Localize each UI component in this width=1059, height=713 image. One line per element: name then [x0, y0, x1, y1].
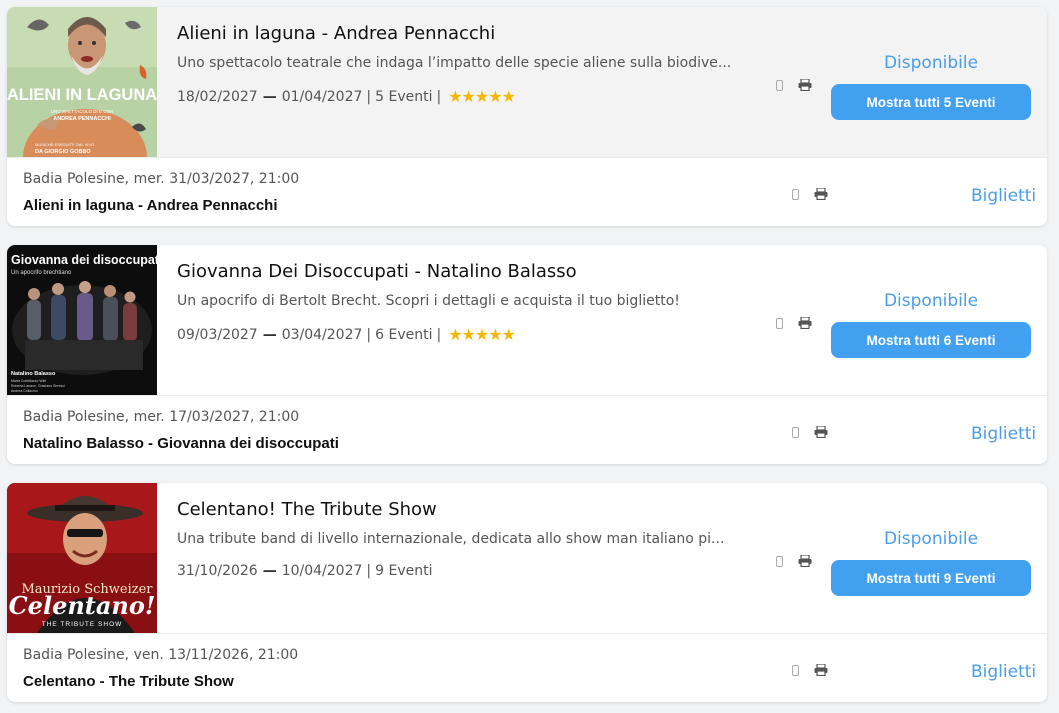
- printer-icon[interactable]: [814, 188, 828, 200]
- events-count: 5 Eventi: [375, 88, 433, 105]
- next-date-title: Natalino Balasso - Giovanna dei disoccup…: [23, 435, 339, 452]
- event-meta: 18/02/2027 — 01/04/2027 | 5 Eventi | ★★★…: [177, 87, 516, 106]
- printer-icon[interactable]: [798, 317, 812, 329]
- next-date-row[interactable]: Badia Polesine, mer. 31/03/2027, 21:00 A…: [7, 157, 1047, 226]
- event-card-header[interactable]: ALIENI IN LAGUNA UNO SPETTACOLO DI E CON…: [7, 7, 1047, 157]
- poster-title-text: Celentano!: [9, 591, 156, 620]
- printer-icon[interactable]: [814, 664, 828, 676]
- event-poster[interactable]: ALIENI IN LAGUNA UNO SPETTACOLO DI E CON…: [7, 7, 157, 157]
- poster-subtitle-text: THE TRIBUTE SHOW: [42, 621, 123, 628]
- tickets-link[interactable]: Biglietti: [971, 662, 1036, 682]
- event-meta: 09/03/2027 — 03/04/2027 | 6 Eventi | ★★★…: [177, 325, 516, 344]
- date-range-dash: —: [262, 326, 277, 343]
- separator: |: [366, 88, 372, 105]
- separator: |: [366, 326, 372, 343]
- availability-status: Disponibile: [883, 53, 979, 73]
- tickets-link[interactable]: Biglietti: [971, 424, 1036, 444]
- event-card-header[interactable]: Maurizio Schweizer Celentano! THE TRIBUT…: [7, 483, 1047, 633]
- availability-status: Disponibile: [883, 291, 979, 311]
- mobile-phone-icon[interactable]: [776, 318, 783, 329]
- separator: |: [436, 88, 442, 105]
- tickets-link[interactable]: Biglietti: [971, 186, 1036, 206]
- separator: |: [366, 563, 372, 579]
- event-title[interactable]: Celentano! The Tribute Show: [177, 499, 437, 520]
- poster-title-text: Giovanna dei disoccupati: [11, 253, 157, 267]
- event-poster[interactable]: Maurizio Schweizer Celentano! THE TRIBUT…: [7, 483, 157, 633]
- mobile-phone-icon[interactable]: [792, 427, 799, 438]
- poster-credit-text: Andrea Collavino: [11, 389, 38, 393]
- event-description: Uno spettacolo teatrale che indaga l’imp…: [177, 55, 732, 71]
- date-range-dash: —: [262, 88, 277, 105]
- poster-subtitle-text: UNO SPETTACOLO DI E CON: [51, 109, 113, 114]
- printer-icon[interactable]: [798, 79, 812, 91]
- event-description: Un apocrifo di Bertolt Brecht. Scopri i …: [177, 293, 680, 309]
- mobile-phone-icon[interactable]: [792, 189, 799, 200]
- poster-credit-text: DA GIORGIO GOBBO: [35, 149, 91, 155]
- printer-icon[interactable]: [798, 555, 812, 567]
- date-start: 18/02/2027: [177, 88, 258, 105]
- event-card[interactable]: Maurizio Schweizer Celentano! THE TRIBUT…: [7, 483, 1047, 702]
- event-card[interactable]: Giovanna dei disoccupati Un apocrifo bre…: [7, 245, 1047, 464]
- separator: |: [436, 326, 442, 343]
- poster-author-text: ANDREA PENNACCHI: [53, 116, 111, 122]
- event-title[interactable]: Alieni in laguna - Andrea Pennacchi: [177, 23, 495, 44]
- show-all-events-button[interactable]: Mostra tutti 9 Eventi: [831, 560, 1031, 596]
- date-end: 01/04/2027: [281, 88, 363, 105]
- event-list: ALIENI IN LAGUNA UNO SPETTACOLO DI E CON…: [0, 0, 1059, 713]
- mobile-phone-icon[interactable]: [776, 556, 783, 567]
- poster-subtitle-text: Un apocrifo brechtiano: [11, 270, 72, 276]
- next-date-title: Alieni in laguna - Andrea Pennacchi: [23, 197, 278, 214]
- show-all-events-button[interactable]: Mostra tutti 5 Eventi: [831, 84, 1031, 120]
- mobile-phone-icon[interactable]: [776, 80, 783, 91]
- date-end: 03/04/2027: [281, 326, 363, 343]
- date-start: 09/03/2027: [177, 326, 258, 343]
- poster-credit-text: Roberta Lanave, Graziano Sirressi: [11, 384, 65, 388]
- date-start: 31/10/2026: [177, 563, 258, 579]
- next-date-row[interactable]: Badia Polesine, ven. 13/11/2026, 21:00 C…: [7, 633, 1047, 702]
- poster-credit-text: Natalino Balasso: [11, 371, 56, 377]
- events-count: 6 Eventi: [375, 326, 433, 343]
- event-card[interactable]: ALIENI IN LAGUNA UNO SPETTACOLO DI E CON…: [7, 7, 1047, 226]
- event-poster[interactable]: Giovanna dei disoccupati Un apocrifo bre…: [7, 245, 157, 395]
- availability-status: Disponibile: [883, 529, 979, 549]
- next-date-place: Badia Polesine, mer. 31/03/2027, 21:00: [23, 171, 300, 187]
- date-range-dash: —: [262, 563, 277, 579]
- next-date-place: Badia Polesine, mer. 17/03/2027, 21:00: [23, 409, 300, 425]
- event-description: Una tribute band di livello internaziona…: [177, 531, 725, 547]
- show-all-events-button[interactable]: Mostra tutti 6 Eventi: [831, 322, 1031, 358]
- date-end: 10/04/2027: [281, 563, 363, 579]
- poster-credit-text: Marta Cortellazzo Wiel: [11, 379, 46, 383]
- event-card-header[interactable]: Giovanna dei disoccupati Un apocrifo bre…: [7, 245, 1047, 395]
- poster-credit-text: MUSICHE ESEGUITE DAL VIVO: [35, 142, 94, 147]
- next-date-title: Celentano - The Tribute Show: [23, 673, 234, 690]
- event-meta: 31/10/2026 — 10/04/2027 | 9 Eventi: [177, 563, 432, 579]
- rating-stars: ★★★★★: [448, 87, 516, 106]
- rating-stars: ★★★★★: [448, 325, 516, 344]
- mobile-phone-icon[interactable]: [792, 665, 799, 676]
- poster-title-text: ALIENI IN LAGUNA: [7, 86, 157, 104]
- next-date-place: Badia Polesine, ven. 13/11/2026, 21:00: [23, 647, 299, 663]
- events-count: 9 Eventi: [375, 563, 433, 579]
- printer-icon[interactable]: [814, 426, 828, 438]
- next-date-row[interactable]: Badia Polesine, mer. 17/03/2027, 21:00 N…: [7, 395, 1047, 464]
- event-title[interactable]: Giovanna Dei Disoccupati - Natalino Bala…: [177, 261, 577, 282]
